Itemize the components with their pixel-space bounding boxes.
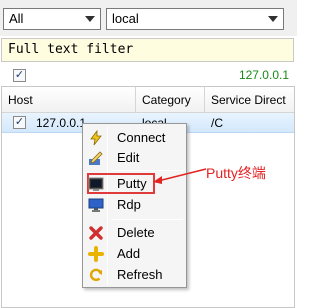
annotation-arrow-icon — [153, 168, 207, 184]
full-text-filter-input[interactable]: Full text filter — [1, 38, 294, 62]
edit-icon — [88, 150, 104, 166]
menu-separator — [111, 219, 183, 220]
status-ip: 127.0.0.1 — [238, 68, 289, 82]
row-service-directory: /C — [211, 116, 223, 130]
context-menu: Connect Edit Putty Rdp Delete Add Refres… — [82, 123, 187, 288]
annotation-label: Putty终端 — [206, 165, 266, 181]
group-select-value: All — [9, 11, 24, 26]
menu-item-delete[interactable]: Delete — [85, 223, 184, 243]
menu-item-edit[interactable]: Edit — [85, 148, 184, 168]
menu-item-refresh[interactable]: Refresh — [85, 265, 184, 285]
chevron-down-icon[interactable] — [268, 16, 278, 22]
lightning-icon — [88, 129, 104, 146]
menu-item-rdp[interactable]: Rdp — [85, 195, 184, 215]
delete-x-icon — [88, 225, 104, 241]
menu-item-putty[interactable]: Putty — [87, 173, 155, 194]
filter-placeholder: Full text filter — [8, 42, 134, 57]
chevron-down-icon[interactable] — [85, 16, 95, 22]
menu-item-add[interactable]: Add — [85, 244, 184, 264]
menu-item-connect[interactable]: Connect — [85, 128, 184, 148]
location-select[interactable]: local — [106, 8, 284, 30]
column-header-host[interactable]: Host — [2, 87, 136, 113]
column-header-service-directory[interactable]: Service Direct — [205, 87, 294, 113]
terminal-icon — [88, 176, 104, 192]
group-select[interactable]: All — [3, 8, 101, 30]
remote-desktop-icon — [88, 197, 104, 213]
plus-icon — [88, 246, 104, 262]
refresh-icon — [88, 267, 104, 283]
location-select-value: local — [112, 11, 139, 26]
column-header-category[interactable]: Category — [136, 87, 205, 113]
row-checkbox[interactable]: ✓ — [13, 116, 26, 129]
select-all-checkbox[interactable]: ✓ — [13, 69, 26, 82]
